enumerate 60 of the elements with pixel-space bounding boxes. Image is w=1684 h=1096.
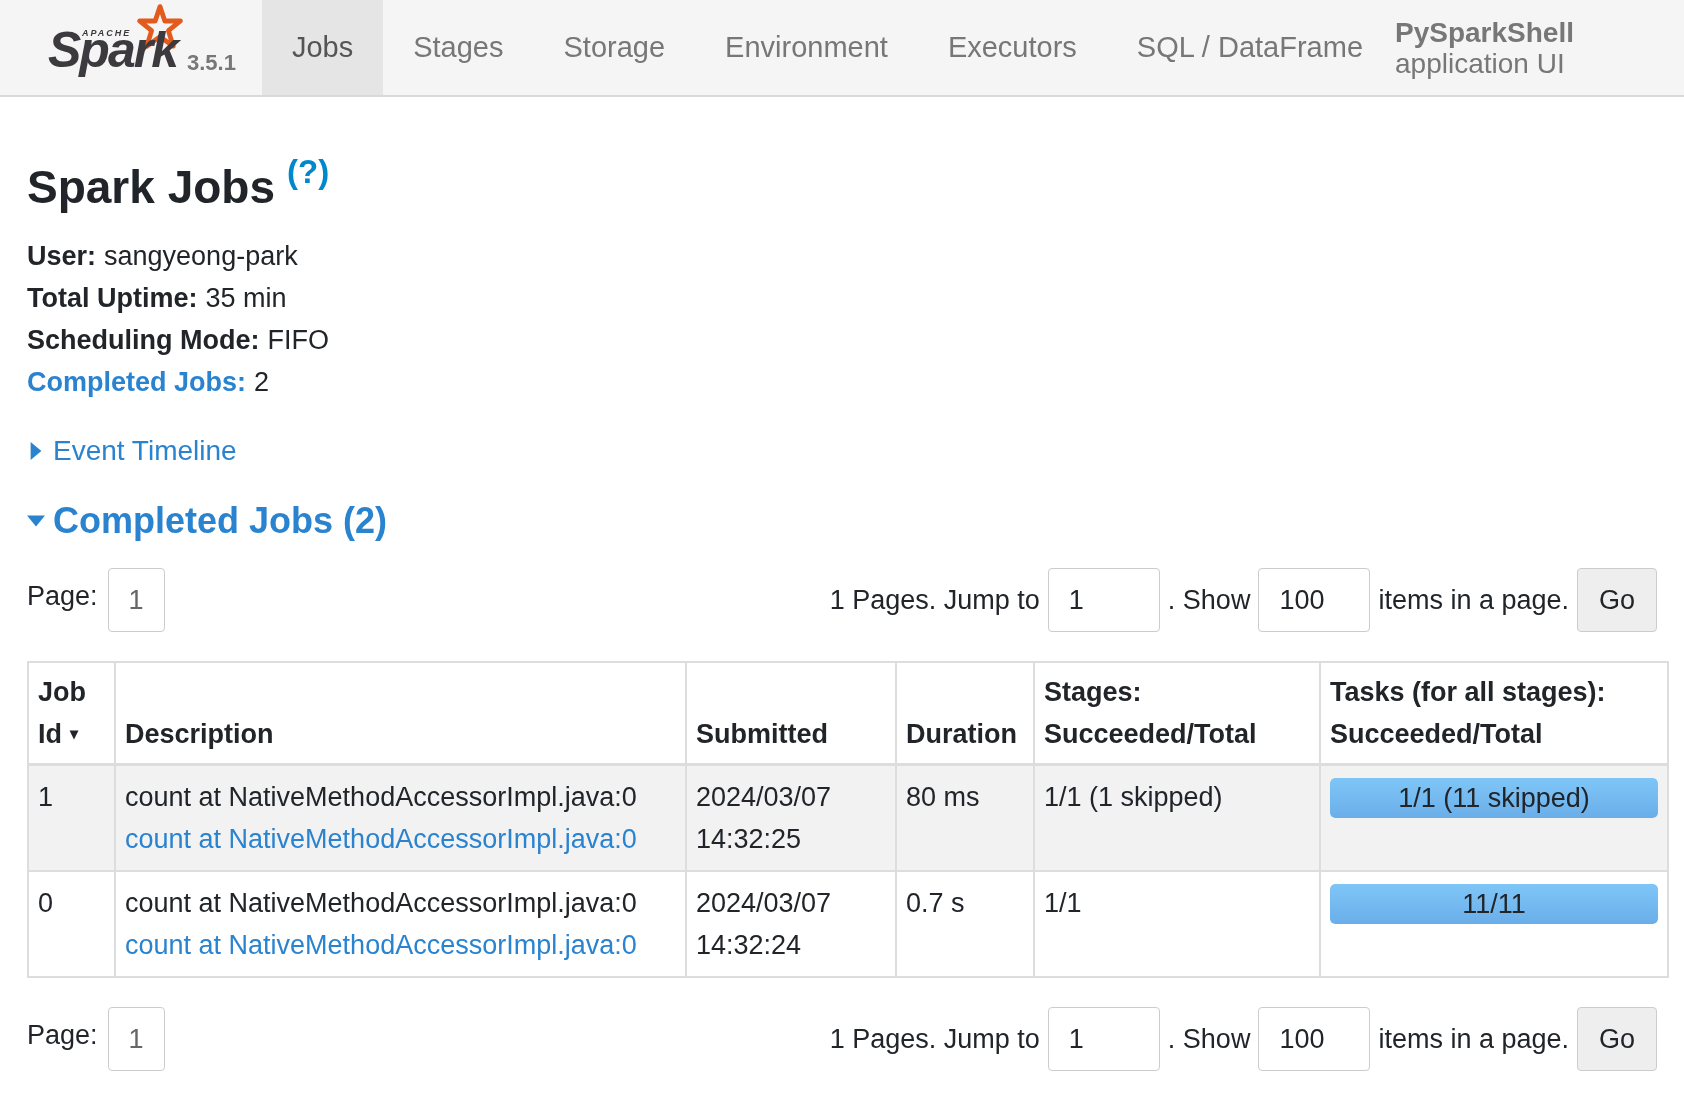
pages-text: 1 Pages. Jump to bbox=[829, 583, 1040, 617]
table-cell-text: 14:32:25 bbox=[696, 823, 803, 856]
summary-value: sangyeong-park bbox=[104, 240, 298, 273]
page-size-field[interactable]: 100 bbox=[1258, 1007, 1371, 1071]
help-link[interactable]: (?) bbox=[287, 147, 330, 197]
jump-field[interactable]: 1 bbox=[1047, 1007, 1160, 1071]
nav-tab[interactable]: Environment bbox=[695, 0, 918, 95]
app-name: PySparkShell bbox=[1395, 16, 1574, 48]
summary-value: FIFO bbox=[267, 324, 329, 357]
show-text: . Show bbox=[1167, 1022, 1251, 1056]
page-label: Page: bbox=[27, 1018, 98, 1052]
nav-tab[interactable]: Storage bbox=[533, 0, 696, 95]
page-title: Spark Jobs bbox=[27, 160, 275, 215]
table-cell-text: 14:32:24 bbox=[696, 929, 803, 962]
page-field[interactable]: 1 bbox=[107, 1007, 165, 1071]
summary-label: Total Uptime: bbox=[27, 282, 198, 315]
go-button[interactable]: Go bbox=[1577, 1007, 1657, 1071]
go-button[interactable]: Go bbox=[1577, 568, 1657, 632]
summary-value: 35 min bbox=[205, 282, 287, 315]
column-header[interactable]: Tasks (for all stages): Succeeded/Total bbox=[1320, 662, 1668, 765]
column-header[interactable]: Duration bbox=[896, 662, 1034, 765]
column-header[interactable]: Submitted bbox=[686, 662, 896, 765]
section-toggle[interactable]: Completed Jobs (2) bbox=[27, 494, 1657, 548]
page-field[interactable]: 1 bbox=[107, 568, 165, 632]
table-cell-text: 80 ms bbox=[906, 781, 981, 814]
version-label: 3.5.1 bbox=[187, 49, 236, 77]
nav-tab[interactable]: SQL / DataFrame bbox=[1106, 0, 1393, 95]
summary-link[interactable]: Completed Jobs: bbox=[27, 361, 247, 403]
column-header[interactable]: Stages: Succeeded/Total bbox=[1034, 662, 1320, 765]
column-header[interactable]: Description bbox=[115, 662, 686, 765]
table-cell-text: count at NativeMethodAccessorImpl.java:0 bbox=[125, 781, 638, 814]
nav-tab[interactable]: Jobs bbox=[261, 0, 384, 95]
table-cell-text: 2024/03/07 bbox=[696, 781, 833, 814]
table-cell-text: 1 bbox=[38, 781, 55, 814]
summary-label: Scheduling Mode: bbox=[27, 324, 260, 357]
progress-label: 11/11 bbox=[1461, 888, 1527, 921]
items-text: items in a page. bbox=[1378, 583, 1569, 617]
job-link[interactable]: count at NativeMethodAccessorImpl.java:0 bbox=[125, 818, 676, 860]
table-cell-text: 2024/03/07 bbox=[696, 887, 833, 920]
table-cell-text: 0.7 s bbox=[906, 887, 966, 920]
jump-field[interactable]: 1 bbox=[1047, 568, 1160, 632]
sort-icon: ▾ bbox=[70, 713, 78, 755]
table-cell-text: 1/1 bbox=[1044, 887, 1083, 920]
show-text: . Show bbox=[1167, 583, 1251, 617]
progress-label: 1/1 (11 skipped) bbox=[1397, 782, 1591, 815]
column-header[interactable]: Job Id ▾ bbox=[28, 662, 115, 765]
items-text: items in a page. bbox=[1378, 1022, 1569, 1056]
summary-value: 2 bbox=[254, 366, 270, 399]
nav-tab[interactable]: Stages bbox=[383, 0, 534, 95]
table-cell-text: 0 bbox=[38, 887, 55, 920]
app-subtitle: application UI bbox=[1395, 47, 1565, 79]
page-label: Page: bbox=[27, 579, 98, 613]
timeline-toggle[interactable]: Event Timeline bbox=[27, 430, 1657, 472]
job-link[interactable]: count at NativeMethodAccessorImpl.java:0 bbox=[125, 924, 676, 966]
table-cell-text: count at NativeMethodAccessorImpl.java:0 bbox=[125, 887, 638, 920]
summary-label: User: bbox=[27, 240, 97, 273]
table-cell-text: 1/1 (1 skipped) bbox=[1044, 781, 1224, 814]
nav-tab[interactable]: Executors bbox=[917, 0, 1107, 95]
page-size-field[interactable]: 100 bbox=[1258, 568, 1371, 632]
pages-text: 1 Pages. Jump to bbox=[829, 1022, 1040, 1056]
